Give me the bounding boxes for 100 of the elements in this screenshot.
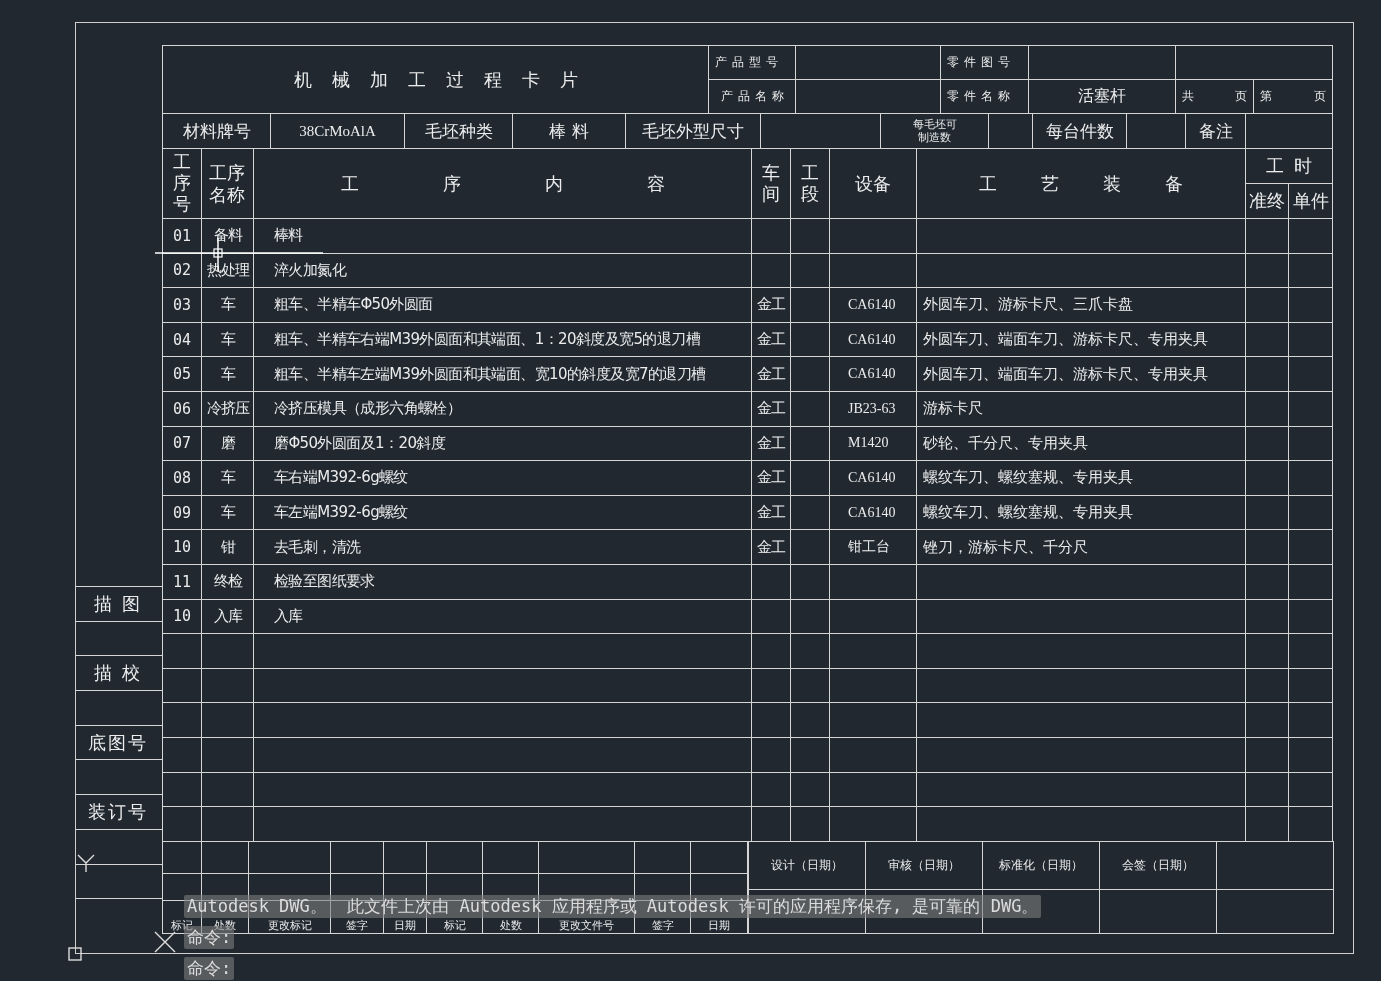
table-cell: 10 bbox=[172, 538, 192, 557]
table-cell: 粗车、半精车右端M39外圆面和其端面、1：20斜度及宽5的退刀槽 bbox=[274, 330, 700, 349]
field-label: 每毛坯可制造数 bbox=[911, 117, 958, 145]
column-label: 签字 bbox=[651, 919, 674, 932]
column-label: 签字 bbox=[346, 919, 368, 932]
table-cell: 金工 bbox=[757, 503, 785, 522]
table-cell: 棒料 bbox=[274, 226, 303, 245]
table-cell: 车 bbox=[220, 330, 235, 349]
table-cell: 金工 bbox=[757, 399, 785, 418]
field-value: 38CrMoAlA bbox=[299, 122, 376, 139]
table-cell: 检验至图纸要求 bbox=[274, 572, 375, 591]
strip-label: 描 校 bbox=[94, 662, 143, 684]
column-label: 日期 bbox=[708, 919, 730, 932]
field-label: 每台件数 bbox=[1045, 120, 1114, 141]
signoff-label: 会签（日期） bbox=[1122, 858, 1194, 872]
strip-label: 底图号 bbox=[88, 731, 149, 753]
field-label: 第 bbox=[1260, 88, 1272, 105]
table-cell: 入库 bbox=[274, 606, 303, 625]
field-label: 共 bbox=[1182, 88, 1194, 105]
square-icon bbox=[68, 947, 82, 961]
table-cell: 10 bbox=[172, 607, 192, 626]
table-cell: 钳 bbox=[220, 537, 235, 556]
table-cell: 金工 bbox=[757, 537, 785, 556]
column-label: 更改文件号 bbox=[559, 919, 614, 932]
table-cell: 磨 bbox=[220, 433, 235, 452]
table-cell: 热处理 bbox=[206, 260, 249, 279]
field-value: 棒 料 bbox=[549, 120, 589, 141]
table-cell: 终检 bbox=[213, 572, 242, 591]
table-cell: CA6140 bbox=[848, 366, 896, 382]
field-label: 产品型号 bbox=[715, 55, 783, 69]
table-cell: 钳工台 bbox=[848, 539, 890, 555]
table-cell: 02 bbox=[172, 261, 192, 280]
field-label: 页 bbox=[1314, 88, 1326, 105]
strip-label: 描 图 bbox=[94, 592, 143, 614]
table-cell: 车右端M392-6g螺纹 bbox=[274, 468, 408, 487]
table-cell: 07 bbox=[172, 434, 192, 453]
command-prompt: 命令: bbox=[184, 957, 235, 980]
signoff-label: 设计（日期） bbox=[771, 858, 843, 872]
table-cell: 车 bbox=[220, 295, 235, 314]
command-message: Autodesk DWG。 此文件上次由 Autodesk 应用程序或 Autodesk 许可的应用程序保存, 是可靠的 DWG。 bbox=[184, 895, 1042, 918]
table-cell: CA6140 bbox=[848, 331, 896, 347]
table-cell: 06 bbox=[172, 399, 192, 418]
field-label: 零件名称 bbox=[947, 89, 1015, 103]
column-header: 工艺装备 bbox=[978, 171, 1227, 196]
column-header: 工序号 bbox=[173, 152, 191, 215]
table-cell: CA6140 bbox=[848, 297, 896, 312]
table-cell: 05 bbox=[172, 365, 192, 384]
field-label: 材料牌号 bbox=[182, 120, 251, 141]
table-cell: 冷挤压模具（成形六角螺栓） bbox=[274, 399, 462, 418]
table-cell: 淬火加氮化 bbox=[274, 260, 346, 279]
strip-label: 装订号 bbox=[88, 800, 149, 822]
table-cell: 04 bbox=[172, 330, 192, 349]
table-cell: 08 bbox=[172, 468, 192, 487]
column-header: 车间 bbox=[762, 162, 780, 205]
table-cell: 粗车、半精车Φ50外圆面 bbox=[274, 295, 433, 314]
table-cell: 入库 bbox=[213, 606, 242, 625]
table-cell: M1420 bbox=[848, 435, 889, 451]
table-cell: CA6140 bbox=[848, 504, 896, 520]
field-label: 毛坯外型尺寸 bbox=[642, 120, 744, 141]
signoff-label: 审核（日期） bbox=[888, 858, 960, 872]
table-cell: 金工 bbox=[757, 330, 785, 349]
table-cell: JB23-63 bbox=[848, 400, 896, 416]
table-cell: 01 bbox=[172, 226, 192, 245]
column-header: 工序名称 bbox=[208, 161, 247, 206]
column-header: 工时 bbox=[1265, 154, 1322, 178]
table-cell: CA6140 bbox=[848, 469, 896, 485]
table-cell: 冷挤压 bbox=[206, 399, 249, 418]
table-cell: 磨Φ50外圆面及1：20斜度 bbox=[274, 433, 446, 452]
field-label: 毛坯种类 bbox=[424, 120, 493, 141]
table-cell: 车 bbox=[220, 503, 235, 522]
table-cell: 螺纹车刀、螺纹塞规、专用夹具 bbox=[923, 468, 1133, 487]
column-header: 工段 bbox=[801, 162, 819, 205]
table-cell: 砂轮、千分尺、专用夹具 bbox=[923, 433, 1088, 452]
table-cell: 外圆车刀、端面车刀、游标卡尺、专用夹具 bbox=[923, 330, 1208, 349]
table-cell: 车 bbox=[220, 468, 235, 487]
column-label: 标记 bbox=[443, 919, 466, 932]
table-cell: 去毛刺，清洗 bbox=[274, 537, 361, 556]
column-header: 单件 bbox=[1292, 190, 1329, 211]
table-cell: 车左端M392-6g螺纹 bbox=[274, 503, 408, 522]
table-cell: 金工 bbox=[757, 364, 785, 383]
table-cell: 11 bbox=[172, 572, 192, 591]
field-label: 备注 bbox=[1198, 120, 1233, 141]
table-cell: 外圆车刀、游标卡尺、三爪卡盘 bbox=[923, 295, 1133, 314]
column-label: 日期 bbox=[394, 919, 416, 932]
table-cell: 金工 bbox=[757, 468, 785, 487]
field-label: 产品名称 bbox=[721, 89, 789, 103]
table-cell: 金工 bbox=[757, 295, 785, 314]
table-cell: 锉刀，游标卡尺、千分尺 bbox=[923, 537, 1088, 556]
table-cell: 粗车、半精车左端M39外圆面和其端面、宽10的斜度及宽7的退刀槽 bbox=[274, 364, 706, 383]
table-cell: 游标卡尺 bbox=[923, 399, 983, 418]
table-cell: 备料 bbox=[213, 226, 242, 245]
table-cell: 车 bbox=[220, 364, 235, 383]
column-header: 设备 bbox=[855, 172, 891, 194]
signoff-label: 标准化（日期） bbox=[999, 858, 1083, 872]
field-value: 活塞杆 bbox=[1078, 86, 1126, 105]
column-label: 更改标记 bbox=[267, 919, 312, 932]
column-label: 处数 bbox=[499, 919, 522, 932]
table-cell: 金工 bbox=[757, 433, 785, 452]
table-cell: 螺纹车刀、螺纹塞规、专用夹具 bbox=[923, 503, 1133, 522]
field-label: 页 bbox=[1235, 88, 1247, 105]
